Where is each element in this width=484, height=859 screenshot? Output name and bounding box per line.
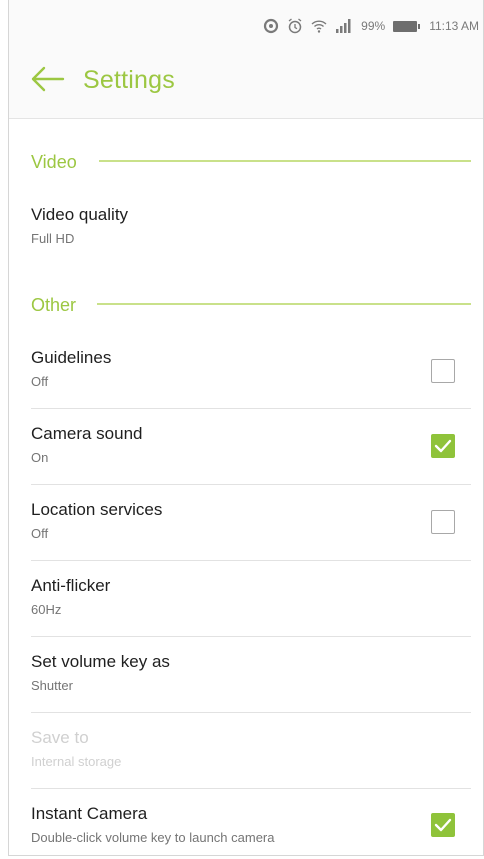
setting-video-quality[interactable]: Video quality Full HD: [31, 205, 471, 246]
setting-title: Anti-flicker: [31, 576, 111, 595]
item-divider: [31, 408, 471, 409]
setting-summary: Double-click volume key to launch camera: [31, 830, 275, 845]
settings-screen: 99% 11:13 AM Settings Video Video qualit…: [8, 0, 484, 856]
alarm-icon: [287, 18, 303, 34]
checkmark-icon: [434, 439, 452, 453]
setting-summary: Off: [31, 526, 49, 541]
setting-summary: Full HD: [31, 231, 75, 246]
status-bar: 99% 11:13 AM: [9, 0, 483, 52]
setting-camera-sound[interactable]: Camera sound On: [31, 424, 471, 465]
setting-title: Instant Camera: [31, 804, 148, 823]
setting-guidelines[interactable]: Guidelines Off: [31, 348, 471, 389]
camera-sound-checkbox[interactable]: [431, 434, 455, 458]
setting-title: Set volume key as: [31, 652, 170, 671]
page-title: Settings: [83, 66, 175, 94]
setting-summary: Internal storage: [31, 754, 122, 769]
setting-summary: On: [31, 450, 49, 465]
section-divider: [99, 160, 471, 162]
setting-title: Guidelines: [31, 348, 112, 367]
item-divider: [31, 712, 471, 713]
setting-save-to: Save to Internal storage: [31, 728, 471, 769]
section-title: Other: [31, 294, 77, 315]
instant-camera-checkbox[interactable]: [431, 813, 455, 837]
location-services-checkbox[interactable]: [431, 510, 455, 534]
setting-volume-key[interactable]: Set volume key as Shutter: [31, 652, 471, 693]
setting-summary: Shutter: [31, 678, 73, 693]
setting-location-services[interactable]: Location services Off: [31, 500, 471, 541]
back-button[interactable]: [29, 64, 65, 94]
setting-title: Video quality: [31, 205, 129, 224]
battery-icon: [393, 20, 421, 32]
guidelines-checkbox[interactable]: [431, 359, 455, 383]
setting-title: Location services: [31, 500, 163, 519]
sync-icon: [263, 18, 279, 34]
setting-summary: Off: [31, 374, 49, 389]
item-divider: [31, 636, 471, 637]
status-icons: 99% 11:13 AM: [263, 16, 479, 36]
setting-title: Camera sound: [31, 424, 143, 443]
battery-percent: 99%: [361, 19, 386, 33]
item-divider: [31, 560, 471, 561]
wifi-icon: [311, 18, 327, 34]
app-bar: Settings: [9, 52, 483, 119]
setting-instant-camera[interactable]: Instant Camera Double-click volume key t…: [31, 804, 471, 845]
status-time: 11:13 AM: [429, 19, 479, 33]
setting-summary: 60Hz: [31, 602, 62, 617]
section-header-other: Other: [31, 293, 76, 317]
item-divider: [31, 484, 471, 485]
item-divider: [31, 788, 471, 789]
signal-icon: [335, 19, 353, 33]
section-title: Video: [31, 151, 77, 172]
section-divider: [97, 303, 471, 305]
setting-title: Save to: [31, 728, 89, 747]
back-arrow-icon: [31, 66, 65, 92]
setting-anti-flicker[interactable]: Anti-flicker 60Hz: [31, 576, 471, 617]
checkmark-icon: [434, 818, 452, 832]
section-header-video: Video: [31, 150, 77, 174]
